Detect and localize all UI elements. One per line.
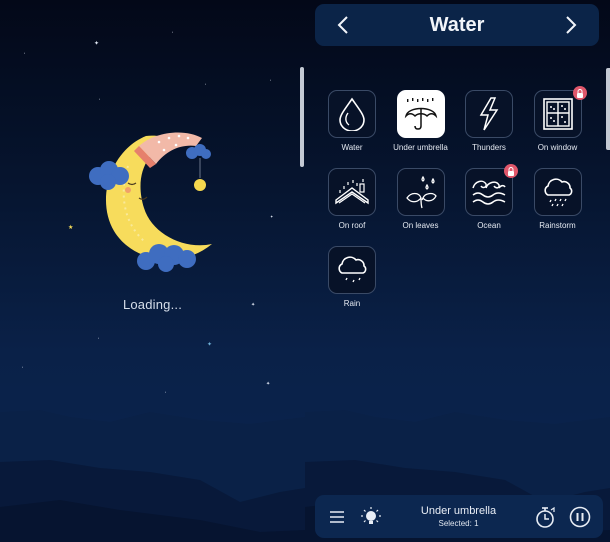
timer-icon <box>536 506 555 528</box>
menu-icon <box>330 510 344 523</box>
prev-category-button[interactable] <box>333 15 353 35</box>
now-playing[interactable]: Under umbrella Selected: 1 <box>382 505 535 528</box>
sound-tile-rainstorm[interactable]: Rainstorm <box>533 168 583 230</box>
lightbulb-icon <box>361 506 381 524</box>
sound-tile-on-window[interactable]: On window <box>533 86 587 152</box>
rain-cloud-icon <box>338 256 367 283</box>
star-icon: ✦ <box>270 214 274 219</box>
star-icon: ✦ <box>94 41 100 47</box>
star-icon: • <box>22 365 24 369</box>
star-icon: • <box>99 97 101 101</box>
sound-label: Rainstorm <box>539 221 576 230</box>
window-rain-icon <box>542 98 573 130</box>
next-category-button[interactable] <box>561 15 581 35</box>
now-playing-subtitle: Selected: 1 <box>438 519 479 528</box>
sleeping-moon-illustration <box>89 132 212 272</box>
pause-icon <box>569 506 591 527</box>
loading-text: Loading... <box>122 297 183 312</box>
sound-tile-on-leaves[interactable]: On leaves <box>396 168 446 230</box>
sound-label: Under umbrella <box>393 143 448 152</box>
sound-label: Water <box>341 143 363 152</box>
star-icon: • <box>270 78 272 82</box>
sound-label: On window <box>537 143 578 152</box>
loading-screen: ✦ • • • • • ★ ✦ ✦ ✦ • • ✦ • Loading... <box>0 0 305 542</box>
sound-tile-ocean[interactable]: Ocean <box>464 164 518 230</box>
sound-tile-on-roof[interactable]: On roof <box>327 168 377 230</box>
menu-button[interactable] <box>329 510 345 524</box>
star-icon: ✦ <box>266 381 271 387</box>
sound-tile-rain[interactable]: Rain <box>327 246 377 308</box>
sound-label: Thunders <box>472 143 506 152</box>
player-bar: Under umbrella Selected: 1 <box>315 495 603 538</box>
lock-icon <box>576 88 583 98</box>
star-icon: • <box>98 336 100 340</box>
star-icon: • <box>24 51 26 55</box>
scrollbar-thumb[interactable] <box>606 68 610 150</box>
pause-button[interactable] <box>569 506 591 528</box>
scrollbar-thumb[interactable] <box>300 67 304 167</box>
star-icon: ✦ <box>207 342 213 348</box>
star-icon: ★ <box>68 225 74 231</box>
roof-rain-icon <box>335 179 369 205</box>
mountains-background <box>0 410 305 542</box>
sound-selection-screen: Water Water Under umbrella Thunders On w… <box>305 0 610 542</box>
ocean-waves-icon <box>472 180 506 205</box>
lightning-icon <box>479 97 499 131</box>
chevron-right-icon <box>566 16 577 34</box>
light-button[interactable] <box>360 506 382 528</box>
water-drop-icon <box>339 97 365 131</box>
umbrella-rain-icon <box>404 98 437 130</box>
chevron-left-icon <box>337 16 348 34</box>
star-icon: • <box>205 82 207 86</box>
timer-button[interactable] <box>535 505 557 529</box>
lock-icon <box>508 166 514 176</box>
now-playing-title: Under umbrella <box>420 505 497 517</box>
sound-label: Ocean <box>477 221 501 230</box>
sound-tile-thunders[interactable]: Thunders <box>464 90 514 152</box>
star-icon: • <box>172 30 174 34</box>
category-title: Water <box>429 13 485 36</box>
lock-badge <box>504 164 518 178</box>
lock-badge <box>572 86 587 100</box>
sound-tile-water[interactable]: Water <box>327 90 377 152</box>
sound-label: On roof <box>338 221 366 230</box>
category-header: Water <box>315 4 599 46</box>
sound-grid: Water Under umbrella Thunders On window … <box>327 86 587 308</box>
sound-tile-under-umbrella[interactable]: Under umbrella <box>393 90 448 152</box>
sound-label: On leaves <box>402 221 439 230</box>
sound-label: Rain <box>343 299 361 308</box>
leaves-rain-icon <box>405 175 437 209</box>
rainstorm-cloud-icon <box>543 178 572 207</box>
